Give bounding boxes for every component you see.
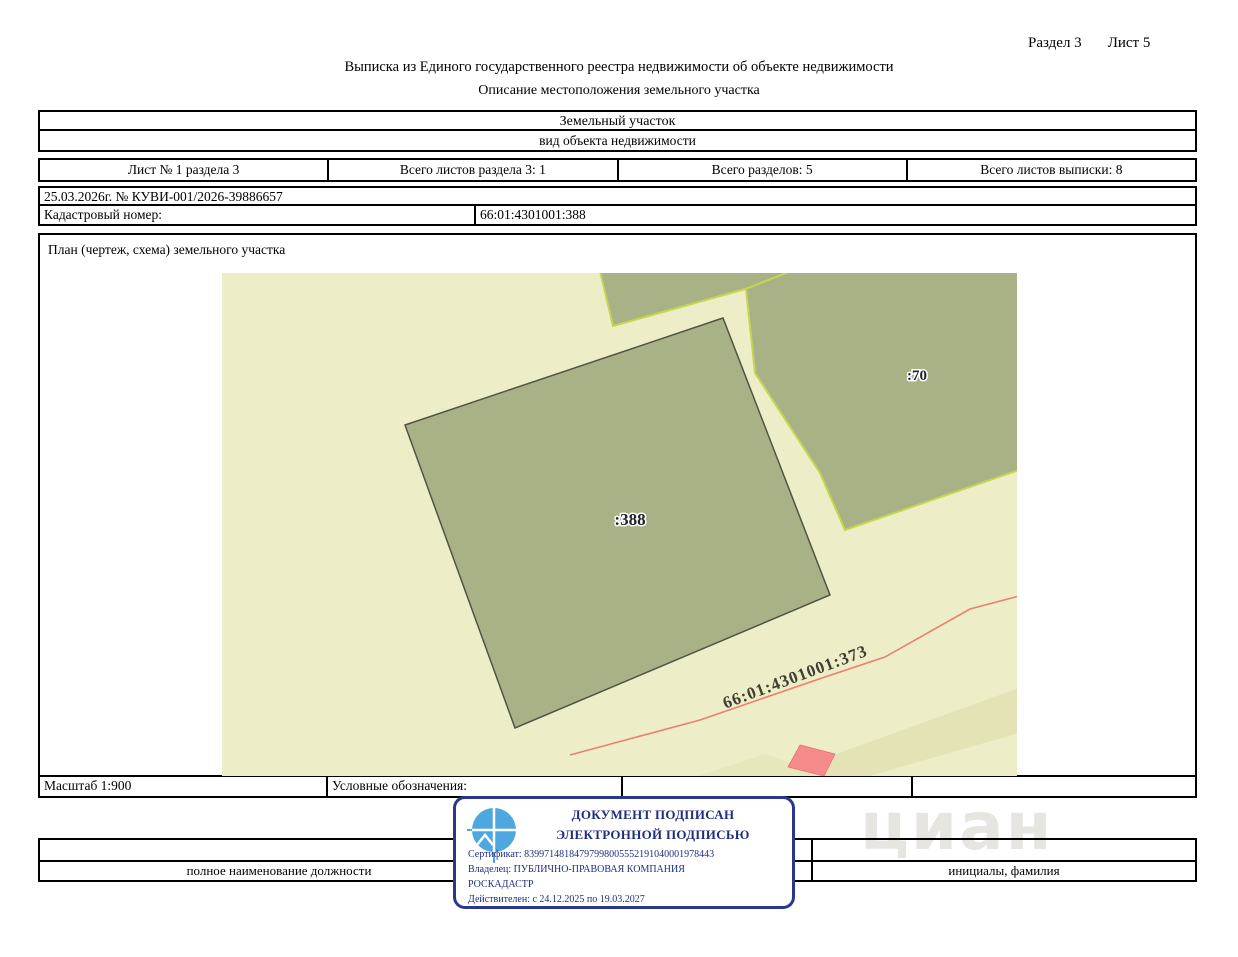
- legend-cell-empty-2: [913, 777, 1195, 796]
- signature-line-name: [813, 840, 1195, 862]
- stamp-details: Сертификат: 8399714818479799800555219104…: [468, 847, 786, 907]
- date-and-number: 25.03.2026г. № КУВИ-001/2026-39886657: [40, 188, 1195, 206]
- sheet-cell-3: Всего разделов: 5: [619, 160, 908, 180]
- document-page: Раздел 3 Лист 5 Выписка из Единого госуд…: [0, 0, 1238, 957]
- object-type-box: Земельный участок вид объекта недвижимос…: [38, 110, 1197, 152]
- stamp-title-line1: ДОКУМЕНТ ПОДПИСАН: [571, 807, 735, 822]
- cadastral-map: :70 :388 66:01:4301001:373: [222, 273, 1017, 776]
- stamp-owner-line1: Владелец: ПУБЛИЧНО-ПРАВОВАЯ КОМПАНИЯ: [468, 864, 685, 875]
- sheet-reference: Раздел 3 Лист 5: [1028, 35, 1150, 52]
- object-type-value: Земельный участок: [40, 112, 1195, 131]
- signature-position-column: полное наименование должности: [40, 840, 520, 880]
- signature-line-position: [40, 840, 518, 862]
- legend-label: Условные обозначения:: [328, 777, 623, 796]
- object-type-caption: вид объекта недвижимости: [539, 133, 696, 148]
- scale-row: Масштаб 1:900 Условные обозначения:: [40, 775, 1195, 796]
- document-subtitle: Описание местоположения земельного участ…: [478, 83, 760, 98]
- sheet-cell-1: Лист № 1 раздела 3: [40, 160, 330, 180]
- digital-signature-stamp: ДОКУМЕНТ ПОДПИСАН ЭЛЕКТРОННОЙ ПОДПИСЬЮ С…: [453, 796, 795, 909]
- signature-name-column: инициалы, фамилия: [813, 840, 1195, 880]
- cadastral-number-value: 66:01:4301001:388: [480, 207, 586, 222]
- cadastral-number-label: Кадастровый номер:: [40, 206, 476, 224]
- document-title: Выписка из Единого государственного реес…: [344, 59, 894, 75]
- legend-cell-empty-1: [623, 777, 913, 796]
- plan-title: План (чертеж, схема) земельного участка: [48, 242, 286, 257]
- sheet-number-ref: Лист 5: [1107, 35, 1151, 51]
- document-number-box: 25.03.2026г. № КУВИ-001/2026-39886657 Ка…: [38, 186, 1197, 226]
- stamp-validity: Действителен: с 24.12.2025 по 19.03.2027: [468, 894, 645, 905]
- stamp-owner-line2: РОСКАДАСТР: [468, 879, 534, 890]
- sheets-counters-row: Лист № 1 раздела 3 Всего листов раздела …: [38, 158, 1197, 182]
- sheet-cell-4: Всего листов выписки: 8: [980, 162, 1123, 177]
- stamp-certificate: Сертификат: 8399714818479799800555219104…: [468, 849, 715, 860]
- position-caption: полное наименование должности: [186, 863, 372, 878]
- section-ref: Раздел 3: [1028, 35, 1082, 51]
- parcel-70-label: :70: [907, 368, 927, 384]
- scale-value: Масштаб 1:900: [40, 777, 328, 796]
- stamp-title-line2: ЭЛЕКТРОННОЙ ПОДПИСЬЮ: [556, 827, 750, 842]
- sheet-cell-2: Всего листов раздела 3: 1: [329, 160, 619, 180]
- name-caption: инициалы, фамилия: [948, 863, 1060, 878]
- stamp-title: ДОКУМЕНТ ПОДПИСАН ЭЛЕКТРОННОЙ ПОДПИСЬЮ: [520, 805, 786, 845]
- parcel-388-label: :388: [614, 510, 645, 529]
